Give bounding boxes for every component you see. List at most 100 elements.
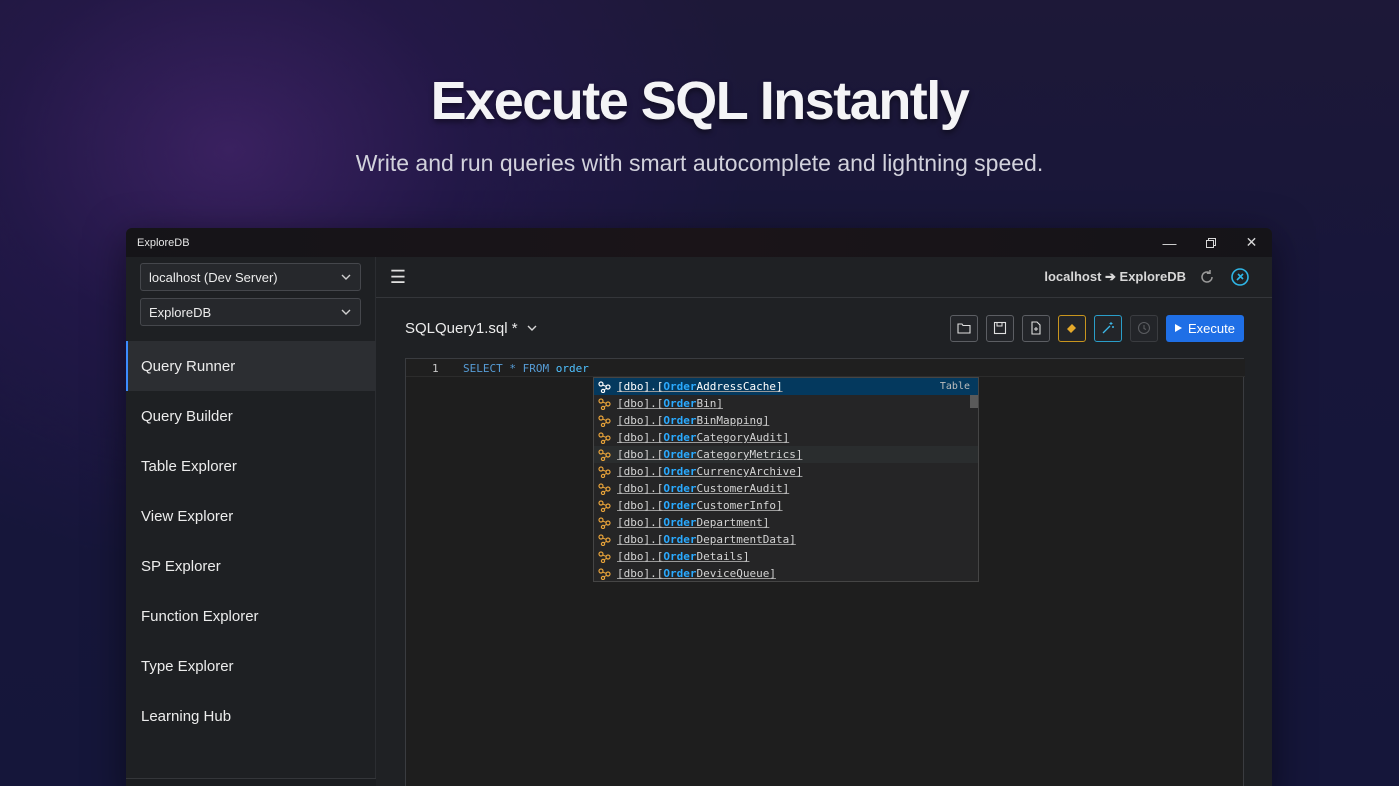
autocomplete-item[interactable]: [dbo].[OrderBin] [594, 395, 978, 412]
autocomplete-match: Order [663, 397, 697, 410]
table-icon [598, 380, 611, 393]
autocomplete-item[interactable]: [dbo].[OrderCategoryAudit] [594, 429, 978, 446]
sidebar-item-label: Table Explorer [141, 457, 237, 475]
autocomplete-rest: BinMapping] [696, 414, 770, 427]
autocomplete-prefix: [dbo].[ [617, 431, 664, 444]
query-tab[interactable]: SQLQuery1.sql * [405, 320, 518, 337]
execute-label: Execute [1188, 320, 1235, 336]
autocomplete-match: Order [663, 482, 697, 495]
autocomplete-label: [dbo].[OrderCustomerAudit] [617, 482, 789, 495]
sidebar-item-label: Function Explorer [141, 607, 259, 625]
autocomplete-prefix: [dbo].[ [617, 414, 664, 427]
database-select[interactable]: ExploreDB [140, 298, 361, 326]
autocomplete-label: [dbo].[OrderDetails] [617, 550, 749, 563]
autocomplete-label: [dbo].[OrderCategoryAudit] [617, 431, 789, 444]
autocomplete-rest: DeviceQueue] [696, 567, 776, 580]
autocomplete-match: Order [663, 533, 697, 546]
autocomplete-prefix: [dbo].[ [617, 567, 664, 580]
play-icon [1175, 324, 1183, 332]
save-icon[interactable] [986, 314, 1015, 342]
autocomplete-kind: Table [939, 381, 970, 392]
sidebar-item-view-explorer[interactable]: View Explorer [126, 491, 376, 541]
open-folder-icon[interactable] [950, 314, 979, 342]
eraser-icon[interactable] [1058, 314, 1087, 342]
sidebar-item-query-builder[interactable]: Query Builder [126, 391, 376, 441]
editor-line: 1 SELECT * FROM order [406, 359, 1245, 377]
hero-subtitle: Write and run queries with smart autocom… [355, 150, 1044, 176]
line-number: 1 [432, 362, 439, 375]
server-select[interactable]: localhost (Dev Server) [140, 263, 361, 291]
sidebar-item-sp-explorer[interactable]: SP Explorer [126, 541, 376, 591]
sidebar-item-label: Query Runner [141, 357, 236, 375]
sidebar-item-label: Query Builder [141, 407, 233, 425]
autocomplete-prefix: [dbo].[ [617, 380, 664, 393]
restore-icon[interactable] [1190, 228, 1231, 257]
table-icon [598, 550, 611, 563]
table-icon [598, 465, 611, 478]
sql-editor[interactable]: 1 SELECT * FROM order [dbo].[OrderAddres… [405, 358, 1245, 786]
autocomplete-item[interactable]: [dbo].[OrderCurrencyArchive] [594, 463, 978, 480]
table-icon [598, 414, 611, 427]
code-identifier: order [555, 362, 589, 375]
magic-wand-icon[interactable] [1094, 314, 1123, 342]
chevron-down-icon[interactable] [526, 322, 538, 334]
autocomplete-item[interactable]: [dbo].[OrderDeviceQueue] [594, 565, 978, 582]
autocomplete-match: Order [663, 465, 697, 478]
autocomplete-match: Order [663, 414, 697, 427]
export-file-icon[interactable] [1022, 314, 1051, 342]
autocomplete-label: [dbo].[OrderDepartment] [617, 516, 769, 529]
autocomplete-rest: DepartmentData] [696, 533, 796, 546]
server-select-value: localhost (Dev Server) [149, 269, 278, 285]
autocomplete-rest: AddressCache] [696, 380, 783, 393]
autocomplete-rest: Bin] [696, 397, 723, 410]
menu-icon[interactable]: ☰ [376, 267, 420, 288]
autocomplete-item[interactable]: [dbo].[OrderDepartmentData] [594, 531, 978, 548]
autocomplete-match: Order [663, 516, 697, 529]
autocomplete-prefix: [dbo].[ [617, 550, 664, 563]
sidebar-item-type-explorer[interactable]: Type Explorer [126, 641, 376, 691]
autocomplete-rest: CustomerInfo] [696, 499, 783, 512]
sidebar-nav: Query Runner Query Builder Table Explore… [126, 341, 376, 741]
table-icon [598, 448, 611, 461]
autocomplete-label: [dbo].[OrderCustomerInfo] [617, 499, 783, 512]
minimize-icon[interactable]: — [1149, 228, 1190, 257]
table-icon [598, 482, 611, 495]
table-icon [598, 567, 611, 580]
sidebar-item-query-runner[interactable]: Query Runner [126, 341, 376, 391]
sidebar-item-table-explorer[interactable]: Table Explorer [126, 441, 376, 491]
autocomplete-rest: CategoryMetrics] [696, 448, 803, 461]
autocomplete-item[interactable]: [dbo].[OrderAddressCache] Table [594, 378, 978, 395]
autocomplete-item[interactable]: [dbo].[OrderDetails] [594, 548, 978, 565]
sidebar-item-function-explorer[interactable]: Function Explorer [126, 591, 376, 641]
history-icon[interactable] [1130, 314, 1159, 342]
autocomplete-item[interactable]: [dbo].[OrderCustomerInfo] [594, 497, 978, 514]
autocomplete-item[interactable]: [dbo].[OrderBinMapping] [594, 412, 978, 429]
title-bar: ExploreDB — ✕ [126, 228, 1272, 257]
connection-label: localhost ➔ ExploreDB [1044, 269, 1186, 284]
autocomplete-item[interactable]: [dbo].[OrderCategoryMetrics] [594, 446, 978, 463]
code-text: SELECT * FROM order [463, 362, 589, 375]
sidebar-footer [126, 778, 376, 786]
autocomplete-label: [dbo].[OrderCurrencyArchive] [617, 465, 802, 478]
autocomplete-item[interactable]: [dbo].[OrderCustomerAudit] [594, 480, 978, 497]
window-title: ExploreDB [137, 236, 190, 249]
autocomplete-rest: CustomerAudit] [696, 482, 790, 495]
autocomplete-item[interactable]: [dbo].[OrderDepartment] [594, 514, 978, 531]
refresh-icon[interactable] [1198, 268, 1216, 286]
autocomplete-label: [dbo].[OrderDepartmentData] [617, 533, 796, 546]
sidebar-item-label: Learning Hub [141, 707, 232, 725]
autocomplete-label: [dbo].[OrderDeviceQueue] [617, 567, 776, 580]
chevron-down-icon [341, 309, 351, 315]
connection-status-icon[interactable] [1230, 267, 1250, 287]
execute-button[interactable]: Execute [1166, 314, 1244, 342]
close-icon[interactable]: ✕ [1231, 228, 1272, 257]
autocomplete-prefix: [dbo].[ [617, 499, 664, 512]
chevron-down-icon [341, 274, 351, 280]
autocomplete-prefix: [dbo].[ [617, 516, 664, 529]
autocomplete-label: [dbo].[OrderAddressCache] [617, 380, 783, 393]
sidebar-item-learning-hub[interactable]: Learning Hub [126, 691, 376, 741]
autocomplete-match: Order [663, 380, 697, 393]
autocomplete-label: [dbo].[OrderBinMapping] [617, 414, 769, 427]
autocomplete-match: Order [663, 431, 697, 444]
autocomplete-prefix: [dbo].[ [617, 448, 664, 461]
